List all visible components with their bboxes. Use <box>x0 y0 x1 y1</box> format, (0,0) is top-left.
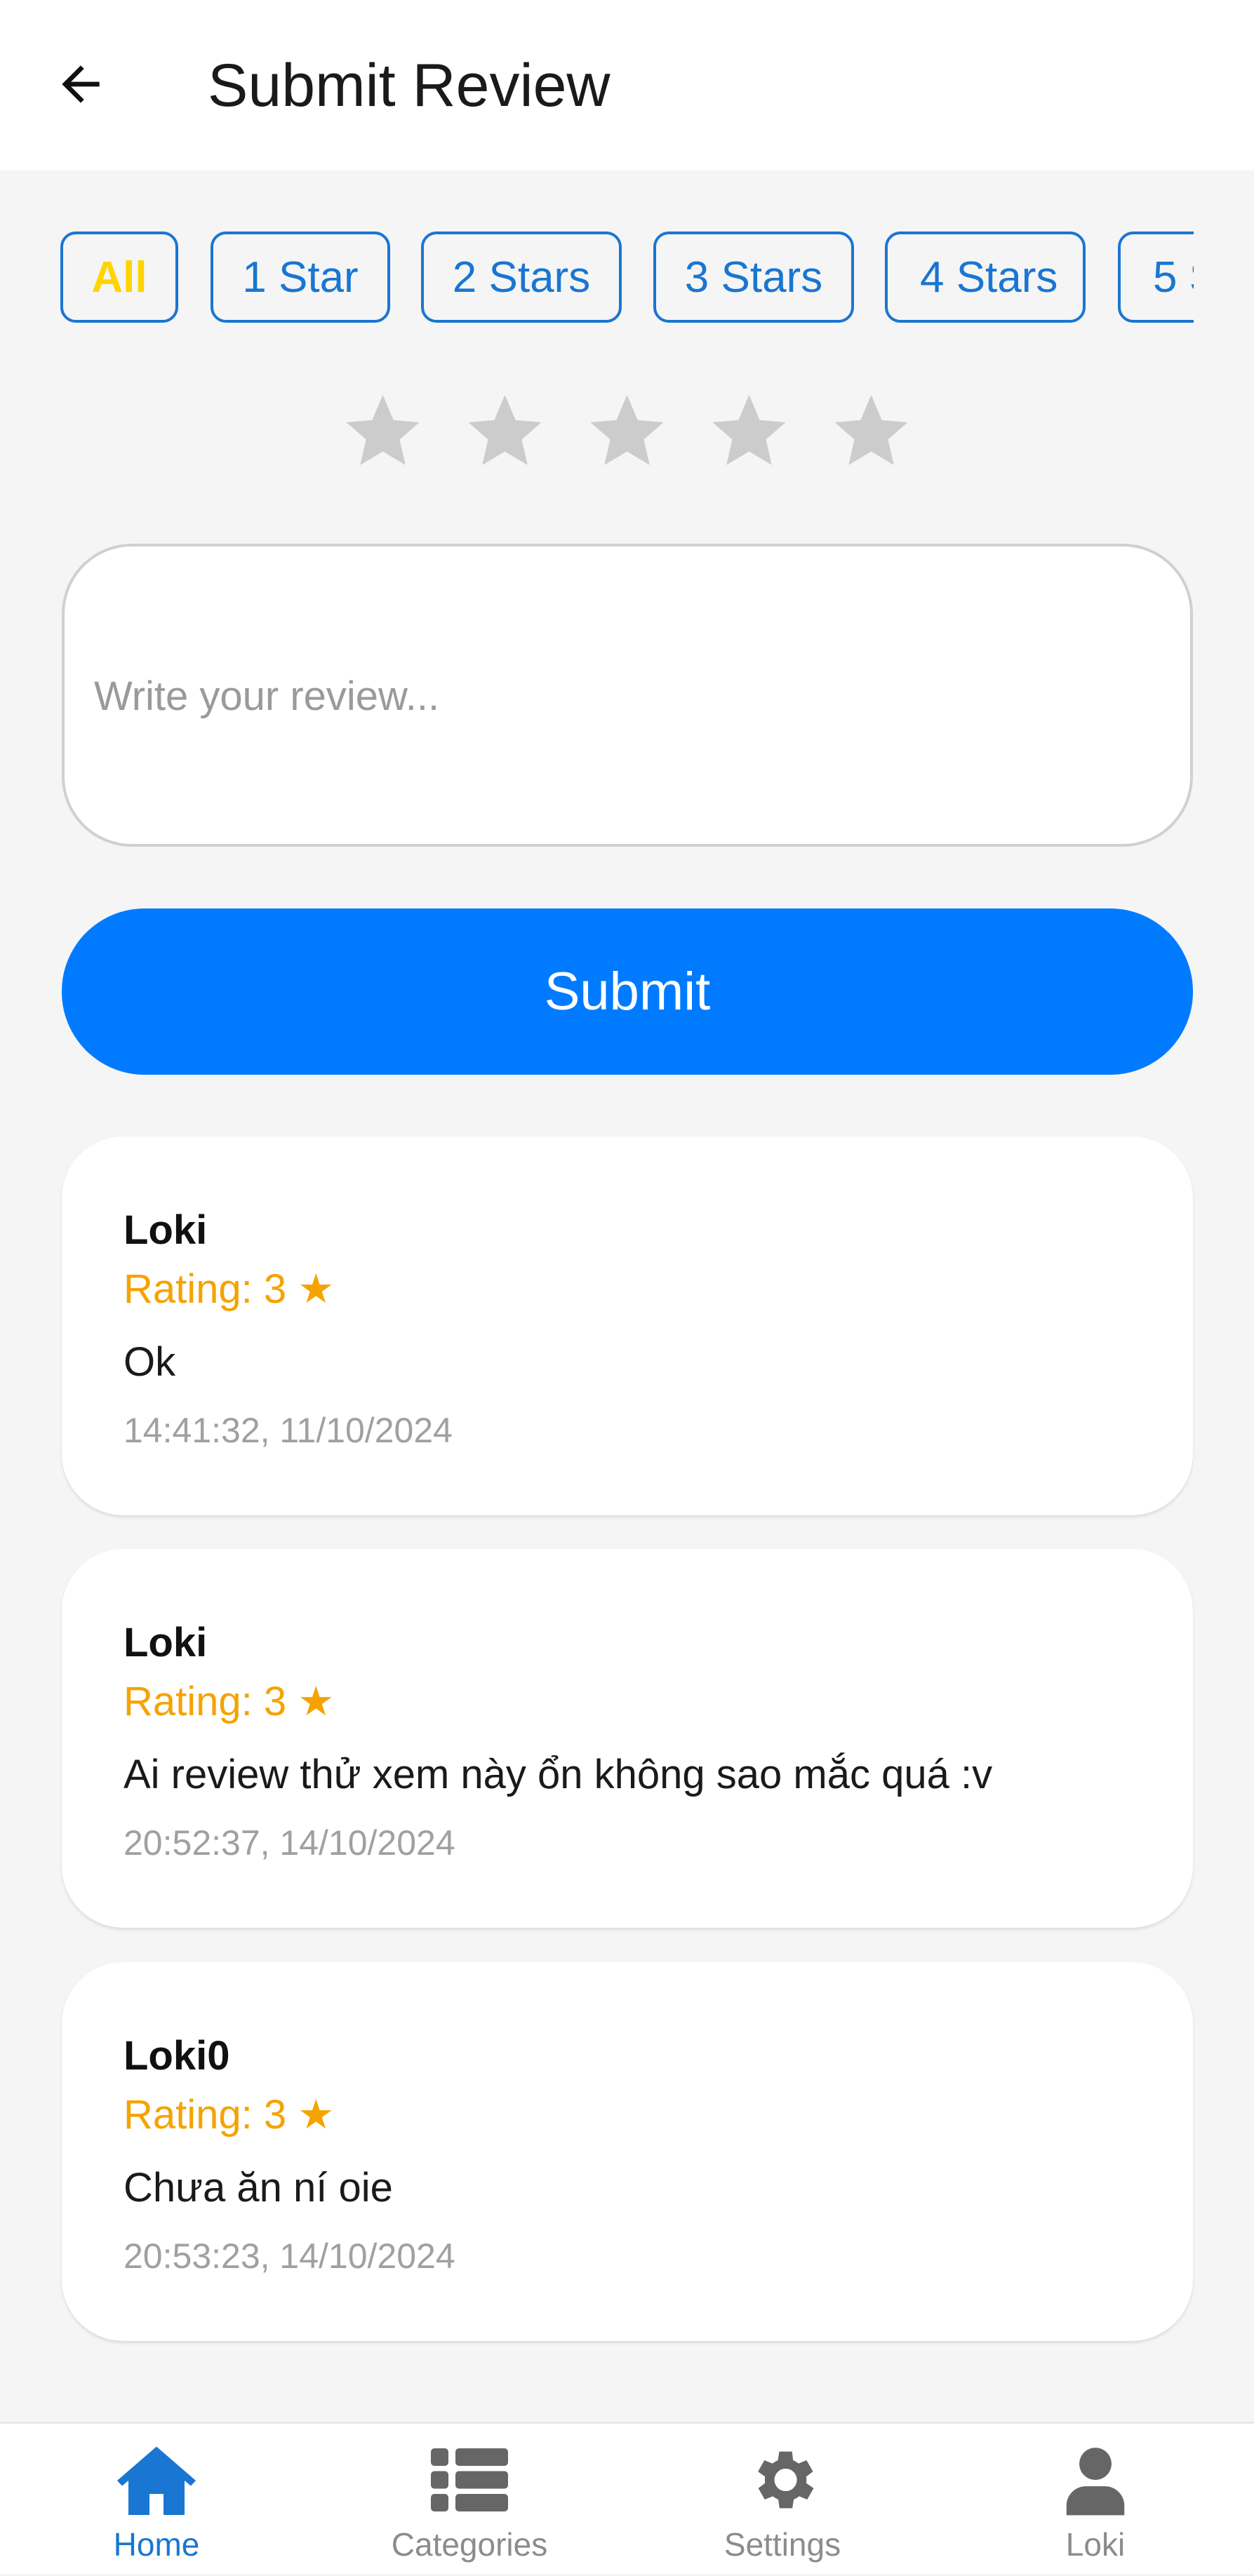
nav-item-profile[interactable]: Loki <box>939 2424 1252 2576</box>
home-icon <box>117 2446 196 2515</box>
review-timestamp: 14:41:32, 11/10/2024 <box>124 1411 453 1450</box>
back-button[interactable] <box>42 42 119 126</box>
nav-label-settings: Settings <box>723 2526 841 2563</box>
star-icon[interactable] <box>461 386 549 477</box>
nav-label-home: Home <box>113 2526 200 2563</box>
review-author: Loki0 <box>124 2033 230 2079</box>
review-author: Loki <box>124 1620 208 1665</box>
app-header: Submit Review <box>0 0 1254 170</box>
review-rating: Rating: 3 ★ <box>124 1679 335 1724</box>
review-rating: Rating: 3 ★ <box>124 1266 335 1312</box>
arrow-left-icon <box>62 65 100 103</box>
user-icon <box>1066 2448 1125 2516</box>
page-title: Submit Review <box>208 52 611 119</box>
filter-chip-2-stars[interactable]: 2 Stars <box>421 232 622 323</box>
review-rating: Rating: 3 ★ <box>124 2092 335 2138</box>
nav-label-profile: Loki <box>1065 2526 1126 2563</box>
bottom-navigation: Home Categories Settings Loki <box>0 2422 1254 2574</box>
review-placeholder: Write your review... <box>94 673 440 719</box>
rating-filter-bar: All 1 Star 2 Stars 3 Stars 4 Stars 5 Sta… <box>60 232 1194 328</box>
gear-icon <box>758 2451 814 2509</box>
review-timestamp: 20:53:23, 14/10/2024 <box>124 2236 455 2276</box>
star-icon[interactable] <box>705 386 793 477</box>
star-icon[interactable] <box>339 386 427 477</box>
review-card: Loki Rating: 3 ★ Ok 14:41:32, 11/10/2024 <box>62 1136 1193 1515</box>
review-author: Loki <box>124 1207 208 1253</box>
filter-chip-3-stars[interactable]: 3 Stars <box>653 232 854 323</box>
filter-chip-all[interactable]: All <box>60 232 178 323</box>
submit-button[interactable]: Submit <box>62 908 1193 1075</box>
filter-chip-1-star[interactable]: 1 Star <box>211 232 390 323</box>
review-comment: Ok <box>124 1339 176 1385</box>
nav-item-categories[interactable]: Categories <box>313 2424 626 2576</box>
nav-item-home[interactable]: Home <box>0 2424 313 2576</box>
filter-chip-5-stars[interactable]: 5 Stars <box>1118 232 1194 323</box>
review-card: Loki0 Rating: 3 ★ Chưa ăn ní oie 20:53:2… <box>62 1962 1193 2341</box>
filter-chip-4-stars[interactable]: 4 Stars <box>885 232 1086 323</box>
review-comment: Ai review thử xem này ổn không sao mắc q… <box>124 1752 993 1797</box>
star-rating-input <box>0 386 1254 484</box>
review-card: Loki Rating: 3 ★ Ai review thử xem này ổ… <box>62 1549 1193 1928</box>
review-timestamp: 20:52:37, 14/10/2024 <box>124 1823 455 1863</box>
nav-label-categories: Categories <box>391 2526 548 2563</box>
star-icon[interactable] <box>827 386 915 477</box>
list-icon <box>431 2448 508 2511</box>
star-icon[interactable] <box>583 386 671 477</box>
review-comment: Chưa ăn ní oie <box>124 2165 393 2211</box>
review-textarea[interactable]: Write your review... <box>62 544 1193 847</box>
nav-item-settings[interactable]: Settings <box>626 2424 939 2576</box>
